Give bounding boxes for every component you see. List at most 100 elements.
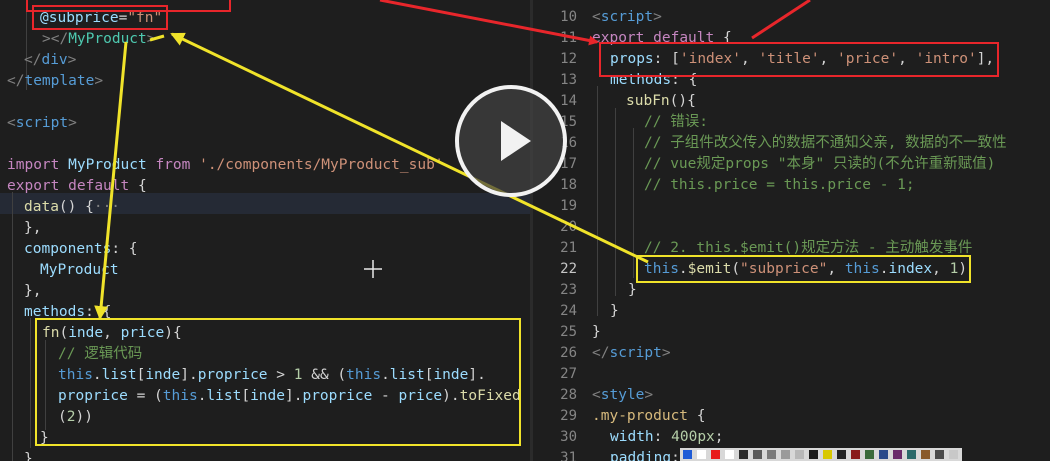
code-token: > <box>94 73 104 89</box>
line-number: 27 <box>560 366 577 382</box>
palette-swatch[interactable] <box>683 450 692 459</box>
code-token: import <box>7 157 60 173</box>
code-line[interactable]: } <box>610 301 619 322</box>
code-line[interactable]: MyProduct <box>40 260 119 281</box>
code-line[interactable]: // 错误: <box>644 112 708 133</box>
line-number: 31 <box>560 450 577 461</box>
palette-swatch[interactable] <box>725 450 734 459</box>
line-number: 13 <box>560 72 577 88</box>
code-token: } <box>592 324 601 340</box>
line-number: 30 <box>560 429 577 445</box>
code-token: // 子组件改父传入的数据不通知父亲, 数据的不一致性 <box>644 135 1007 151</box>
palette-swatch[interactable] <box>879 450 888 459</box>
indent-guide <box>615 108 616 296</box>
yellow-annotation-box-emit <box>636 255 971 283</box>
code-token: export <box>7 178 60 194</box>
code-line[interactable]: // 子组件改父传入的数据不通知父亲, 数据的不一致性 <box>644 133 1007 154</box>
code-line[interactable]: </div> <box>24 50 76 71</box>
indent-guide <box>633 128 634 278</box>
code-line[interactable]: import MyProduct from './components/MyPr… <box>7 155 444 176</box>
code-line[interactable]: } <box>24 449 33 461</box>
line-number: 10 <box>560 9 577 25</box>
red-annotation-box-subprice <box>32 5 168 30</box>
code-token: ··· <box>93 199 121 215</box>
code-token: > <box>653 9 662 25</box>
code-line[interactable]: subFn(){ <box>626 91 696 112</box>
palette-swatch[interactable] <box>893 450 902 459</box>
palette-swatch[interactable] <box>907 450 916 459</box>
code-token: < <box>592 387 601 403</box>
palette-swatch[interactable] <box>935 450 944 459</box>
code-token: > <box>67 52 77 68</box>
palette-swatch[interactable] <box>697 450 706 459</box>
red-annotation-box-props <box>599 42 999 77</box>
palette-swatch[interactable] <box>921 450 930 459</box>
code-token: from <box>155 157 191 173</box>
code-token: 400px <box>671 429 715 445</box>
palette-swatch[interactable] <box>711 450 720 459</box>
code-token: // 2. this.$emit()规定方法 - 主动触发事件 <box>644 240 973 256</box>
palette-swatch[interactable] <box>823 450 832 459</box>
code-line[interactable]: .my-product { <box>592 406 706 427</box>
code-line[interactable]: } <box>592 322 601 343</box>
code-token: style <box>600 387 645 403</box>
code-line[interactable]: width: 400px; <box>610 427 724 448</box>
code-token: // vue规定props "本身" 只读的(不允许重新赋值) <box>644 156 996 172</box>
code-token: } <box>24 451 33 461</box>
code-token: : { <box>111 241 138 257</box>
code-token: MyProduct <box>68 31 147 47</box>
play-icon <box>501 121 531 161</box>
color-palette-toolbar[interactable] <box>680 448 962 461</box>
code-line[interactable]: data() {··· <box>24 197 120 218</box>
code-line[interactable]: // vue规定props "本身" 只读的(不允许重新赋值) <box>644 154 995 175</box>
code-token: </ <box>24 52 42 68</box>
code-token: : <box>653 429 672 445</box>
line-number: 21 <box>560 240 577 256</box>
code-line[interactable]: <style> <box>592 385 653 406</box>
code-token: div <box>41 52 68 68</box>
palette-swatch[interactable] <box>809 450 818 459</box>
code-token: </ <box>7 73 25 89</box>
code-token: }, <box>24 220 42 236</box>
palette-swatch[interactable] <box>781 450 790 459</box>
code-token: width <box>610 429 654 445</box>
line-number: 23 <box>560 282 577 298</box>
yellow-annotation-box-fn <box>35 318 521 446</box>
palette-swatch[interactable] <box>865 450 874 459</box>
palette-swatch[interactable] <box>753 450 762 459</box>
palette-swatch[interactable] <box>837 450 846 459</box>
code-line[interactable]: </template> <box>7 71 103 92</box>
code-line[interactable]: }, <box>24 281 41 302</box>
code-token: }, <box>24 283 42 299</box>
code-line[interactable]: } <box>628 280 637 301</box>
video-play-button[interactable] <box>455 85 567 197</box>
palette-swatch[interactable] <box>851 450 860 459</box>
code-line[interactable]: }, <box>24 218 41 239</box>
code-line[interactable]: padding: <box>610 448 689 461</box>
code-line[interactable]: components: { <box>24 239 138 260</box>
code-token: } <box>628 282 637 298</box>
code-line[interactable]: </script> <box>592 343 671 364</box>
palette-swatch[interactable] <box>767 450 776 459</box>
palette-swatch[interactable] <box>949 450 958 459</box>
code-line[interactable]: <script> <box>7 113 77 134</box>
palette-swatch[interactable] <box>739 450 748 459</box>
line-number: 19 <box>560 198 577 214</box>
code-line[interactable]: export default { <box>7 176 147 197</box>
code-line[interactable]: // this.price = this.price - 1; <box>644 175 915 196</box>
line-number: 28 <box>560 387 577 403</box>
code-line[interactable]: ></MyProduct> <box>42 29 156 50</box>
palette-swatch[interactable] <box>795 450 804 459</box>
code-token: (){ <box>669 93 696 109</box>
code-token: { <box>129 178 147 194</box>
code-line[interactable]: <script> <box>592 7 662 28</box>
code-token: { <box>688 408 706 424</box>
code-token: script <box>15 115 69 131</box>
code-token: < <box>592 9 601 25</box>
code-token: ></ <box>42 31 69 47</box>
code-token: data <box>24 199 59 215</box>
code-token: './components/MyProduct_sub' <box>199 157 444 173</box>
code-token: // this.price = this.price - 1; <box>644 177 915 193</box>
code-token: script <box>609 345 662 361</box>
